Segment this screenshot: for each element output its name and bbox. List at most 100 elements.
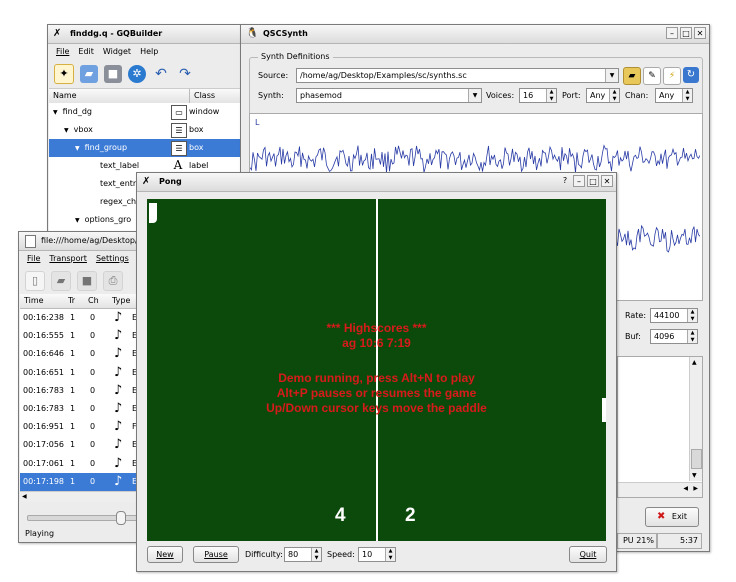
window-widget-icon: ▭: [171, 105, 187, 120]
tree-row[interactable]: ▼ find_dg ▭ window: [49, 103, 243, 121]
spin-arrows-icon[interactable]: ▲ ▼: [687, 309, 697, 322]
expand-arrow-icon[interactable]: ▼: [75, 217, 80, 224]
pause-button[interactable]: Pause: [193, 546, 239, 563]
box-widget-icon: ☰: [171, 141, 187, 156]
new-game-button[interactable]: New: [147, 546, 183, 563]
header-time[interactable]: Time: [24, 294, 44, 308]
pong-playfield[interactable]: *** Highscores *** ag 10:6 7:19 Demo run…: [147, 199, 606, 541]
header-ch[interactable]: Ch: [88, 294, 99, 308]
slider-handle[interactable]: [116, 511, 126, 525]
spin-arrows-icon[interactable]: ▲ ▼: [311, 548, 321, 561]
rate-spinbox[interactable]: 44100 ▲ ▼: [650, 308, 698, 323]
lightning-icon[interactable]: ⚡: [663, 67, 681, 85]
chan-spinbox[interactable]: Any ▲ ▼: [655, 88, 693, 103]
header-tr[interactable]: Tr: [68, 294, 75, 308]
log-hscrollbar[interactable]: ◀ ▶: [618, 482, 702, 497]
tree-header-class[interactable]: Class: [189, 89, 215, 103]
quit-button[interactable]: Quit: [569, 546, 607, 563]
minimize-button[interactable]: –: [666, 27, 678, 39]
undo-icon[interactable]: ↶: [152, 65, 170, 83]
refresh-icon[interactable]: ↻: [683, 67, 699, 83]
menu-edit[interactable]: Edit: [78, 44, 94, 60]
box-widget-icon: ☰: [171, 123, 187, 138]
music-note-icon: ♪: [114, 437, 123, 453]
expand-arrow-icon[interactable]: ▼: [75, 145, 80, 152]
menu-file[interactable]: File: [56, 44, 69, 60]
scroll-thumb[interactable]: [691, 449, 702, 469]
save-icon[interactable]: ■: [104, 65, 122, 83]
minimize-button[interactable]: –: [573, 175, 585, 187]
exit-label: Exit: [671, 512, 688, 521]
cell-tr: 1: [70, 331, 76, 341]
new-label: New: [156, 550, 174, 559]
save-icon[interactable]: ■: [77, 271, 97, 291]
tree-row-label: options_gro: [84, 215, 132, 224]
tree-row[interactable]: ▼ vbox ☰ box: [49, 121, 243, 139]
maximize-button[interactable]: □: [680, 27, 692, 39]
expand-arrow-icon[interactable]: ▼: [53, 109, 58, 116]
spin-arrows-icon[interactable]: ▲ ▼: [546, 89, 556, 102]
gqbuilder-menubar: File Edit Widget Help: [48, 44, 244, 60]
chevron-down-icon[interactable]: ▼: [605, 69, 618, 82]
tree-row-name: ▼ options_gro: [75, 211, 131, 230]
scroll-right-icon[interactable]: ▶: [693, 485, 698, 492]
cpu-text: PU 21%: [622, 536, 654, 545]
header-type[interactable]: Type: [112, 294, 130, 308]
spin-arrows-icon[interactable]: ▲ ▼: [687, 330, 697, 343]
redo-icon[interactable]: ↷: [176, 65, 194, 83]
log-scrollbar[interactable]: ▲ ▼: [689, 357, 702, 481]
port-spinbox[interactable]: Any ▲ ▼: [586, 88, 620, 103]
cell-time: 00:16:555: [23, 331, 65, 341]
spin-arrows-icon[interactable]: ▲ ▼: [385, 548, 395, 561]
help-button[interactable]: ?: [559, 175, 571, 187]
maximize-button[interactable]: □: [587, 175, 599, 187]
cell-tr: 1: [70, 422, 76, 432]
scroll-up-icon[interactable]: ▲: [692, 359, 697, 366]
document-icon: [25, 235, 36, 248]
controls-message: Up/Down cursor keys move the paddle: [266, 401, 487, 415]
buf-spinbox[interactable]: 4096 ▲ ▼: [650, 329, 698, 344]
scroll-left-icon[interactable]: ◀: [22, 493, 27, 500]
cell-tr: 1: [70, 349, 76, 359]
exit-button[interactable]: ✖ Exit: [645, 507, 699, 527]
position-slider[interactable]: [27, 511, 149, 525]
menu-file[interactable]: File: [27, 251, 40, 267]
new-file-icon[interactable]: ▯: [25, 271, 45, 291]
scroll-left-icon[interactable]: ◀: [683, 485, 688, 492]
speed-spinbox[interactable]: 10 ▲ ▼: [358, 547, 396, 562]
gqbuilder-titlebar[interactable]: ✗ finddg.q - GQBuilder: [48, 25, 244, 44]
open-folder-icon[interactable]: ▰: [51, 271, 71, 291]
open-folder-icon[interactable]: ▰: [623, 67, 641, 85]
pong-titlebar[interactable]: ✗ Pong ? – □ ✕: [137, 173, 616, 192]
difficulty-spinbox[interactable]: 80 ▲ ▼: [284, 547, 322, 562]
tree-header-name[interactable]: Name: [53, 89, 77, 103]
menu-help[interactable]: Help: [140, 44, 158, 60]
source-combo[interactable]: /home/ag/Desktop/Examples/sc/synths.sc ▼: [296, 68, 619, 83]
print-icon[interactable]: ⎙: [103, 271, 123, 291]
cell-time: 00:17:061: [23, 458, 65, 468]
quit-label: Quit: [579, 550, 597, 559]
close-button[interactable]: ✕: [694, 27, 706, 39]
expand-arrow-icon[interactable]: ▼: [64, 127, 69, 134]
menu-settings[interactable]: Settings: [96, 251, 129, 267]
voices-spinbox[interactable]: 16 ▲ ▼: [519, 88, 557, 103]
cell-tr: 1: [70, 476, 76, 486]
menu-transport[interactable]: Transport: [49, 251, 87, 267]
cell-time: 00:16:951: [23, 422, 65, 432]
settings-icon[interactable]: ✲: [128, 65, 146, 83]
edit-icon[interactable]: ✎: [643, 67, 661, 85]
new-file-icon[interactable]: ✦: [54, 64, 74, 84]
spin-arrows-icon[interactable]: ▲ ▼: [682, 89, 692, 102]
chevron-down-icon[interactable]: ▼: [468, 89, 481, 102]
demo-message: Demo running, press Alt+N to play: [278, 371, 475, 385]
open-folder-icon[interactable]: ▰: [80, 65, 98, 83]
qscsynth-titlebar[interactable]: 🐧 QSCSynth – □ ✕: [241, 25, 709, 44]
tree-row[interactable]: ▼ find_group ☰ box: [49, 139, 243, 157]
close-button[interactable]: ✕: [601, 175, 613, 187]
synth-combo[interactable]: phasemod ▼: [296, 88, 482, 103]
spin-arrows-icon[interactable]: ▲ ▼: [609, 89, 619, 102]
scroll-down-icon[interactable]: ▼: [692, 472, 697, 479]
cell-ch: 0: [90, 440, 96, 450]
music-note-icon: ♪: [114, 401, 123, 416]
menu-widget[interactable]: Widget: [103, 44, 131, 60]
